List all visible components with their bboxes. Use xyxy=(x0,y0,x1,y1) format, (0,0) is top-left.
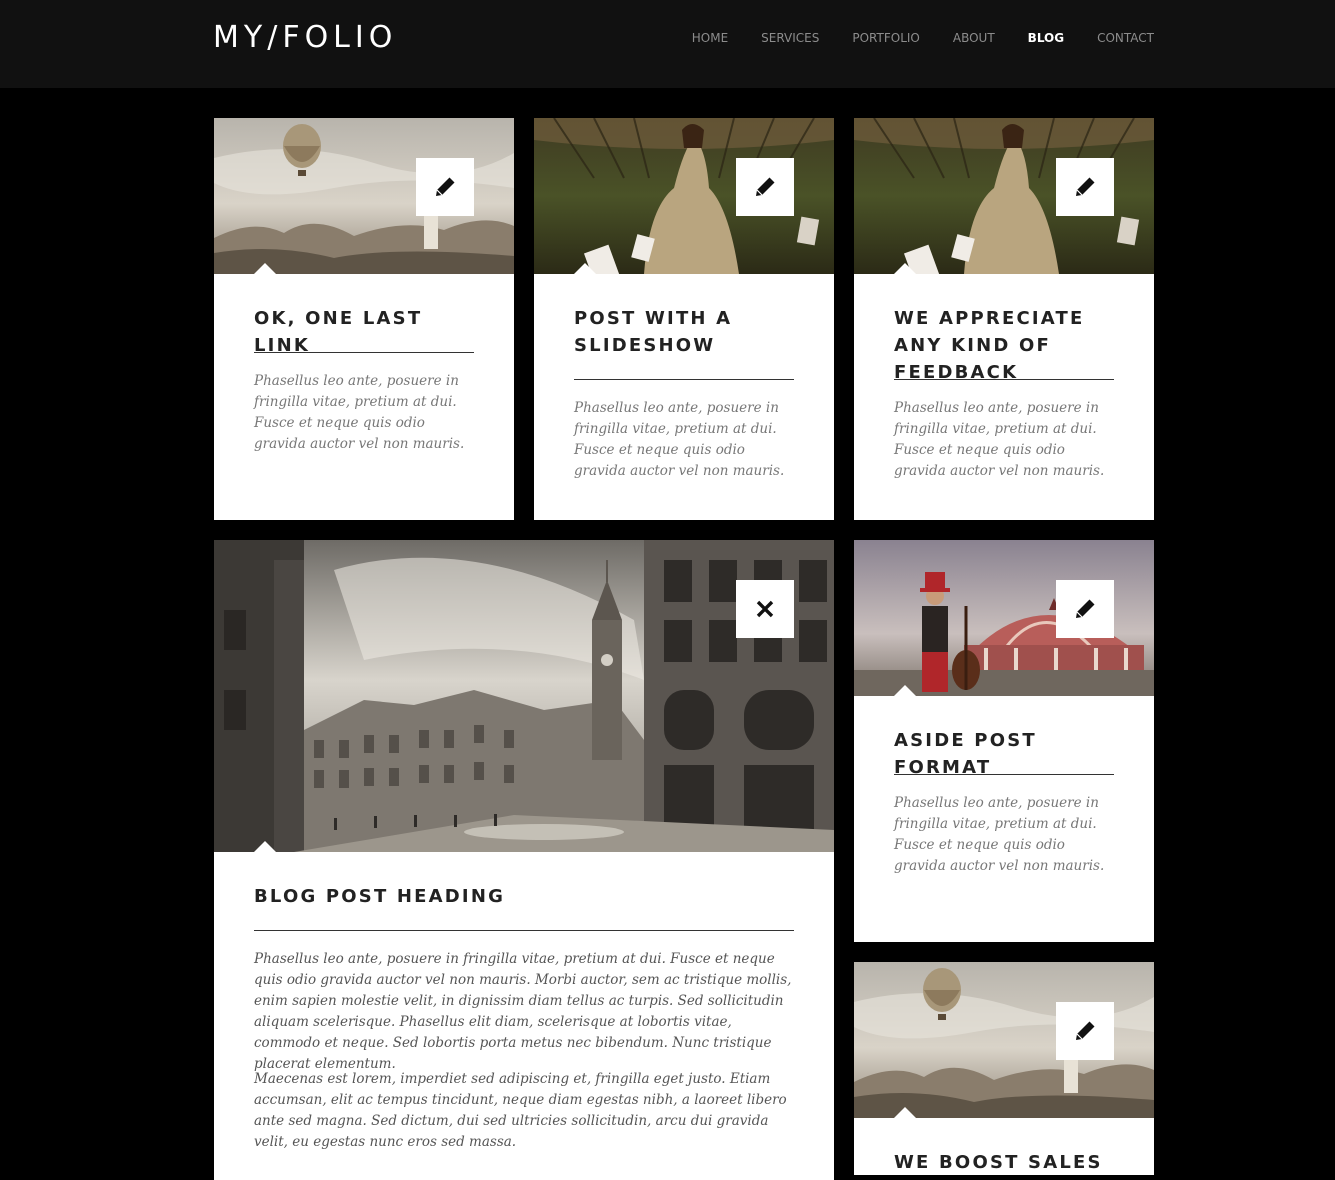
nav-services[interactable]: SERVICES xyxy=(761,29,819,47)
post-paragraph-1: Phasellus leo ante, posuere in fringilla… xyxy=(254,951,792,1072)
card-notch xyxy=(574,263,596,274)
site-logo[interactable]: MY/FOLIO xyxy=(213,18,397,58)
post-title[interactable]: WE APPRECIATE ANY KIND OF FEEDBACK xyxy=(894,305,1134,386)
card-notch xyxy=(894,263,916,274)
pencil-icon[interactable] xyxy=(1056,1002,1114,1060)
card-notch xyxy=(894,1107,916,1118)
pencil-icon[interactable] xyxy=(1056,158,1114,216)
close-icon[interactable] xyxy=(736,580,794,638)
nav-portfolio[interactable]: PORTFOLIO xyxy=(852,29,920,47)
site-header: MY/FOLIO HOME SERVICES PORTFOLIO ABOUT B… xyxy=(0,0,1335,88)
blog-post-card: OK, ONE LAST LINK Phasellus leo ante, po… xyxy=(214,118,514,520)
blog-post-card: WE APPRECIATE ANY KIND OF FEEDBACK Phase… xyxy=(854,118,1154,520)
post-title[interactable]: WE BOOST SALES xyxy=(894,1149,1134,1175)
card-notch xyxy=(894,685,916,696)
main-nav: HOME SERVICES PORTFOLIO ABOUT BLOG CONTA… xyxy=(659,29,1154,47)
pencil-icon[interactable] xyxy=(1056,580,1114,638)
card-notch xyxy=(254,841,276,852)
nav-home[interactable]: HOME xyxy=(692,29,728,47)
blog-post-card: ASIDE POST FORMAT Phasellus leo ante, po… xyxy=(854,540,1154,942)
post-excerpt: Phasellus leo ante, posuere in fringilla… xyxy=(894,795,1105,874)
divider xyxy=(254,352,474,353)
post-excerpt: Phasellus leo ante, posuere in fringilla… xyxy=(254,373,465,452)
post-title[interactable]: POST WITH A SLIDESHOW xyxy=(574,305,804,359)
nav-about[interactable]: ABOUT xyxy=(953,29,995,47)
nav-contact[interactable]: CONTACT xyxy=(1097,29,1154,47)
pencil-icon[interactable] xyxy=(736,158,794,216)
post-title[interactable]: BLOG POST HEADING xyxy=(254,883,794,910)
pencil-icon[interactable] xyxy=(416,158,474,216)
card-notch xyxy=(254,263,276,274)
nav-blog[interactable]: BLOG xyxy=(1028,29,1064,47)
post-title[interactable]: OK, ONE LAST LINK xyxy=(254,305,484,359)
post-title[interactable]: ASIDE POST FORMAT xyxy=(894,727,1134,781)
divider xyxy=(894,379,1114,380)
post-paragraph-2: Maecenas est lorem, imperdiet sed adipis… xyxy=(254,1071,787,1150)
post-excerpt: Phasellus leo ante, posuere in fringilla… xyxy=(574,400,785,479)
divider xyxy=(894,774,1114,775)
divider xyxy=(254,930,794,931)
blog-post-card: WE BOOST SALES xyxy=(854,962,1154,1175)
blog-post-card: POST WITH A SLIDESHOW Phasellus leo ante… xyxy=(534,118,834,520)
blog-post-card-featured: BLOG POST HEADING Phasellus leo ante, po… xyxy=(214,540,834,1180)
post-excerpt: Phasellus leo ante, posuere in fringilla… xyxy=(894,400,1105,479)
divider xyxy=(574,379,794,380)
